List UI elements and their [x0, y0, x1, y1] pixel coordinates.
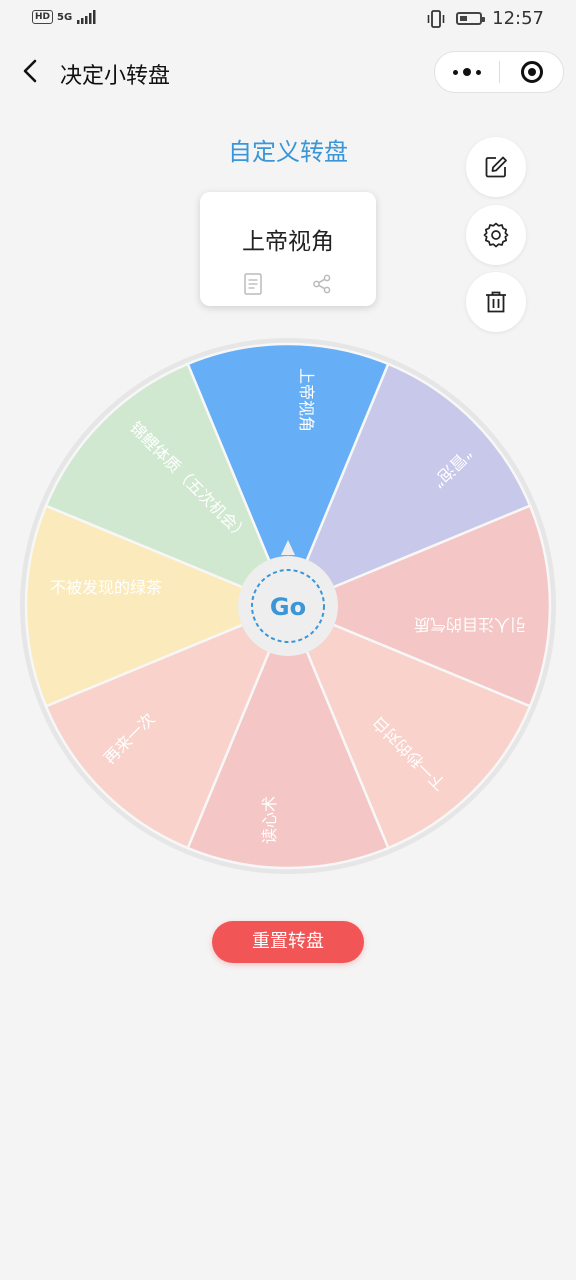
status-right: 12:57 — [426, 8, 544, 29]
vibrate-icon — [427, 9, 445, 28]
delete-button[interactable] — [466, 272, 526, 332]
share-icon[interactable] — [312, 274, 332, 294]
document-icon[interactable] — [243, 273, 263, 295]
go-label: Go — [270, 593, 306, 621]
target-icon — [520, 61, 543, 83]
edit-icon — [485, 156, 507, 178]
more-dots-icon[interactable] — [435, 68, 499, 76]
status-bar: HD 5G 12:57 — [0, 0, 576, 40]
edit-button[interactable] — [466, 137, 526, 197]
battery-icon — [456, 12, 486, 25]
mini-program-capsule — [434, 51, 564, 93]
close-button[interactable] — [500, 61, 563, 83]
wheel-segment-label: 上帝视角 — [297, 368, 316, 432]
trash-icon — [486, 291, 506, 313]
reset-wheel-button[interactable]: 重置转盘 — [212, 921, 364, 963]
hd-badge: HD — [32, 10, 54, 24]
spin-wheel: 上帝视角“冒泡”引人注目的气质下一秒的对白读心术再来一次不被发现的绿茶锦鲤体质（… — [20, 338, 556, 874]
gear-icon — [483, 222, 509, 248]
signal-icon — [77, 10, 96, 24]
result-text: 上帝视角 — [242, 229, 334, 255]
wheel-segment-label: 不被发现的绿茶 — [50, 578, 162, 597]
result-card: 上帝视角 — [200, 192, 376, 306]
chevron-left-icon[interactable] — [18, 56, 46, 86]
page-title: 决定小转盘 — [60, 64, 171, 89]
wheel-segment-label: 读心术 — [260, 796, 279, 844]
network-label: 5G — [57, 11, 73, 23]
status-left: HD 5G — [32, 10, 98, 24]
wheel-segment-label: 引人注目的气质 — [414, 615, 526, 634]
nav-bar: 决定小转盘 — [0, 44, 576, 100]
settings-button[interactable] — [466, 205, 526, 265]
battery-level — [460, 16, 468, 21]
clock: 12:57 — [492, 8, 544, 29]
